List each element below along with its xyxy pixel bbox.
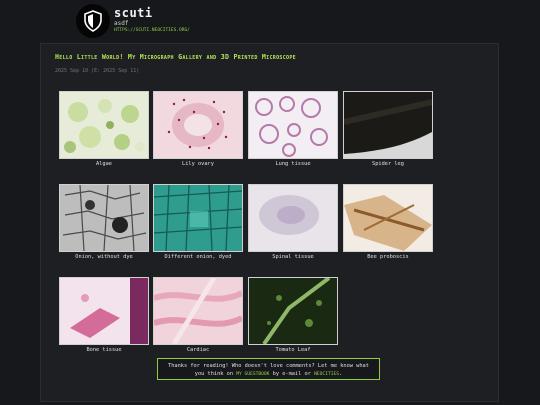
onion-plain-image[interactable] — [59, 184, 149, 252]
gallery-item[interactable]: Different onion, dyed — [153, 184, 243, 260]
onion-dyed-image[interactable] — [153, 184, 243, 252]
site-subtitle: asdf — [114, 20, 129, 27]
gallery-item[interactable]: Bee proboscis — [343, 184, 433, 260]
shield-logo-icon[interactable] — [76, 4, 110, 38]
gallery-caption: Algae — [96, 161, 112, 167]
gallery-caption: Lung tissue — [275, 161, 311, 167]
bone-tissue-image[interactable] — [59, 277, 149, 345]
gallery-item[interactable]: Tomato Leaf — [248, 277, 338, 353]
gallery-caption: Bone tissue — [86, 347, 122, 353]
gallery-caption: Tomato Leaf — [275, 347, 311, 353]
gallery-caption: Onion, without dye — [75, 254, 133, 260]
gallery-caption: Cardiac — [186, 347, 210, 353]
guestbook-link[interactable]: MY GUESTBOOK — [236, 372, 269, 377]
gallery-item[interactable]: Lily ovary — [153, 91, 243, 167]
lily-ovary-image[interactable] — [153, 91, 243, 159]
bee-proboscis-image[interactable] — [343, 184, 433, 252]
site-url-link[interactable]: HTTPS://SCUTI.NEOCITIES.ORG/ — [114, 28, 190, 33]
tomato-leaf-image[interactable] — [248, 277, 338, 345]
comment-invitation: Thanks for reading! Who doesn't love com… — [157, 358, 380, 380]
gallery-caption: Spider leg — [372, 161, 404, 167]
lung-tissue-image[interactable] — [248, 91, 338, 159]
gallery-item[interactable]: Spinal tissue — [248, 184, 338, 260]
gallery-item[interactable]: Onion, without dye — [59, 184, 149, 260]
algae-image[interactable] — [59, 91, 149, 159]
gallery-item[interactable]: Cardiac — [153, 277, 243, 353]
neocities-link[interactable]: NEOCITIES — [314, 372, 339, 377]
gallery-caption: Bee proboscis — [367, 254, 409, 260]
gallery-item[interactable]: Lung tissue — [248, 91, 338, 167]
footer-text: by e-mail or — [272, 371, 311, 377]
footer-line-2: you think on MY GUESTBOOK by e-mail or N… — [158, 370, 379, 379]
footer-text: . — [339, 371, 343, 377]
site-header: scuti asdf HTTPS://SCUTI.NEOCITIES.ORG/ — [76, 4, 476, 40]
gallery-caption: Spinal tissue — [272, 254, 314, 260]
footer-line-1: Thanks for reading! Who doesn't love com… — [168, 363, 369, 369]
micrograph-gallery: Algae Lily ovary Lung tissue Spider leg … — [41, 44, 498, 364]
gallery-item[interactable]: Algae — [59, 91, 149, 167]
spinal-tissue-image[interactable] — [248, 184, 338, 252]
gallery-item[interactable]: Bone tissue — [59, 277, 149, 353]
gallery-caption: Different onion, dyed — [164, 254, 232, 260]
gallery-item[interactable]: Spider leg — [343, 91, 433, 167]
footer-text: you think on — [194, 371, 234, 377]
spider-leg-image[interactable] — [343, 91, 433, 159]
gallery-caption: Lily ovary — [182, 161, 214, 167]
post-panel: Hello Little World! My Micrograph Galler… — [40, 43, 499, 402]
cardiac-image[interactable] — [153, 277, 243, 345]
site-title[interactable]: scuti — [114, 6, 153, 20]
